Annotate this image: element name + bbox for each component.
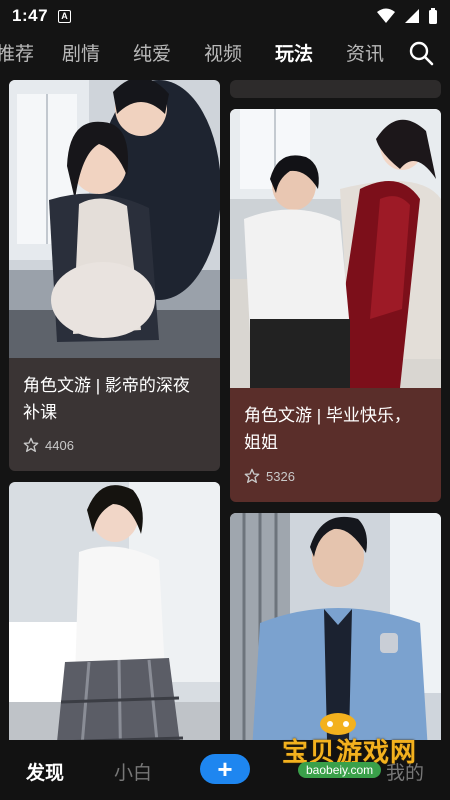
card-cover-image xyxy=(9,80,220,358)
star-icon xyxy=(244,468,260,483)
status-bar: 1:47 A xyxy=(0,0,450,32)
card-title: 角色文游 | 影帝的深夜补课 xyxy=(23,376,190,422)
tab-recommend[interactable]: 推荐 xyxy=(0,39,34,66)
like-count[interactable]: 4406 xyxy=(23,437,74,453)
story-card[interactable] xyxy=(230,513,441,740)
search-icon[interactable] xyxy=(408,40,434,66)
star-icon xyxy=(23,437,39,452)
tab-pure-love[interactable]: 纯爱 xyxy=(133,39,171,66)
watermark: 宝贝游戏网 baobeiy.com xyxy=(270,713,446,786)
tab-news[interactable]: 资讯 xyxy=(346,39,384,66)
watermark-url: baobeiy.com xyxy=(298,762,382,778)
status-time: 1:47 xyxy=(12,6,49,25)
create-button[interactable]: + xyxy=(200,754,250,784)
notification-badge: A xyxy=(58,9,72,23)
card-cover-image xyxy=(230,513,441,740)
battery-icon xyxy=(429,7,437,24)
story-card[interactable]: 角色文游 | 毕业快乐，姐姐 5326 xyxy=(230,109,441,502)
like-count[interactable]: 5326 xyxy=(244,468,295,484)
story-card[interactable] xyxy=(9,482,220,740)
nav-discover[interactable]: 发现 xyxy=(26,758,64,785)
signal-icon xyxy=(405,9,419,23)
card-partial[interactable] xyxy=(230,80,441,98)
wifi-icon xyxy=(377,8,395,23)
tab-video[interactable]: 视频 xyxy=(204,39,242,66)
content-feed[interactable]: 角色文游 | 影帝的深夜补课 4406 角色文游 | 毕业快乐，姐姐 5326 xyxy=(0,80,450,740)
nav-novice[interactable]: 小白 xyxy=(114,758,152,785)
category-tabs: 推荐 剧情 纯爱 视频 玩法 资讯 xyxy=(0,32,450,72)
tab-gameplay[interactable]: 玩法 xyxy=(275,39,313,66)
card-title: 角色文游 | 毕业快乐，姐姐 xyxy=(244,406,411,452)
like-count-value: 5326 xyxy=(266,468,295,484)
tab-story[interactable]: 剧情 xyxy=(62,39,100,66)
like-count-value: 4406 xyxy=(45,437,74,453)
card-cover-image xyxy=(9,482,220,740)
card-cover-image xyxy=(230,109,441,388)
story-card[interactable]: 角色文游 | 影帝的深夜补课 4406 xyxy=(9,80,220,471)
